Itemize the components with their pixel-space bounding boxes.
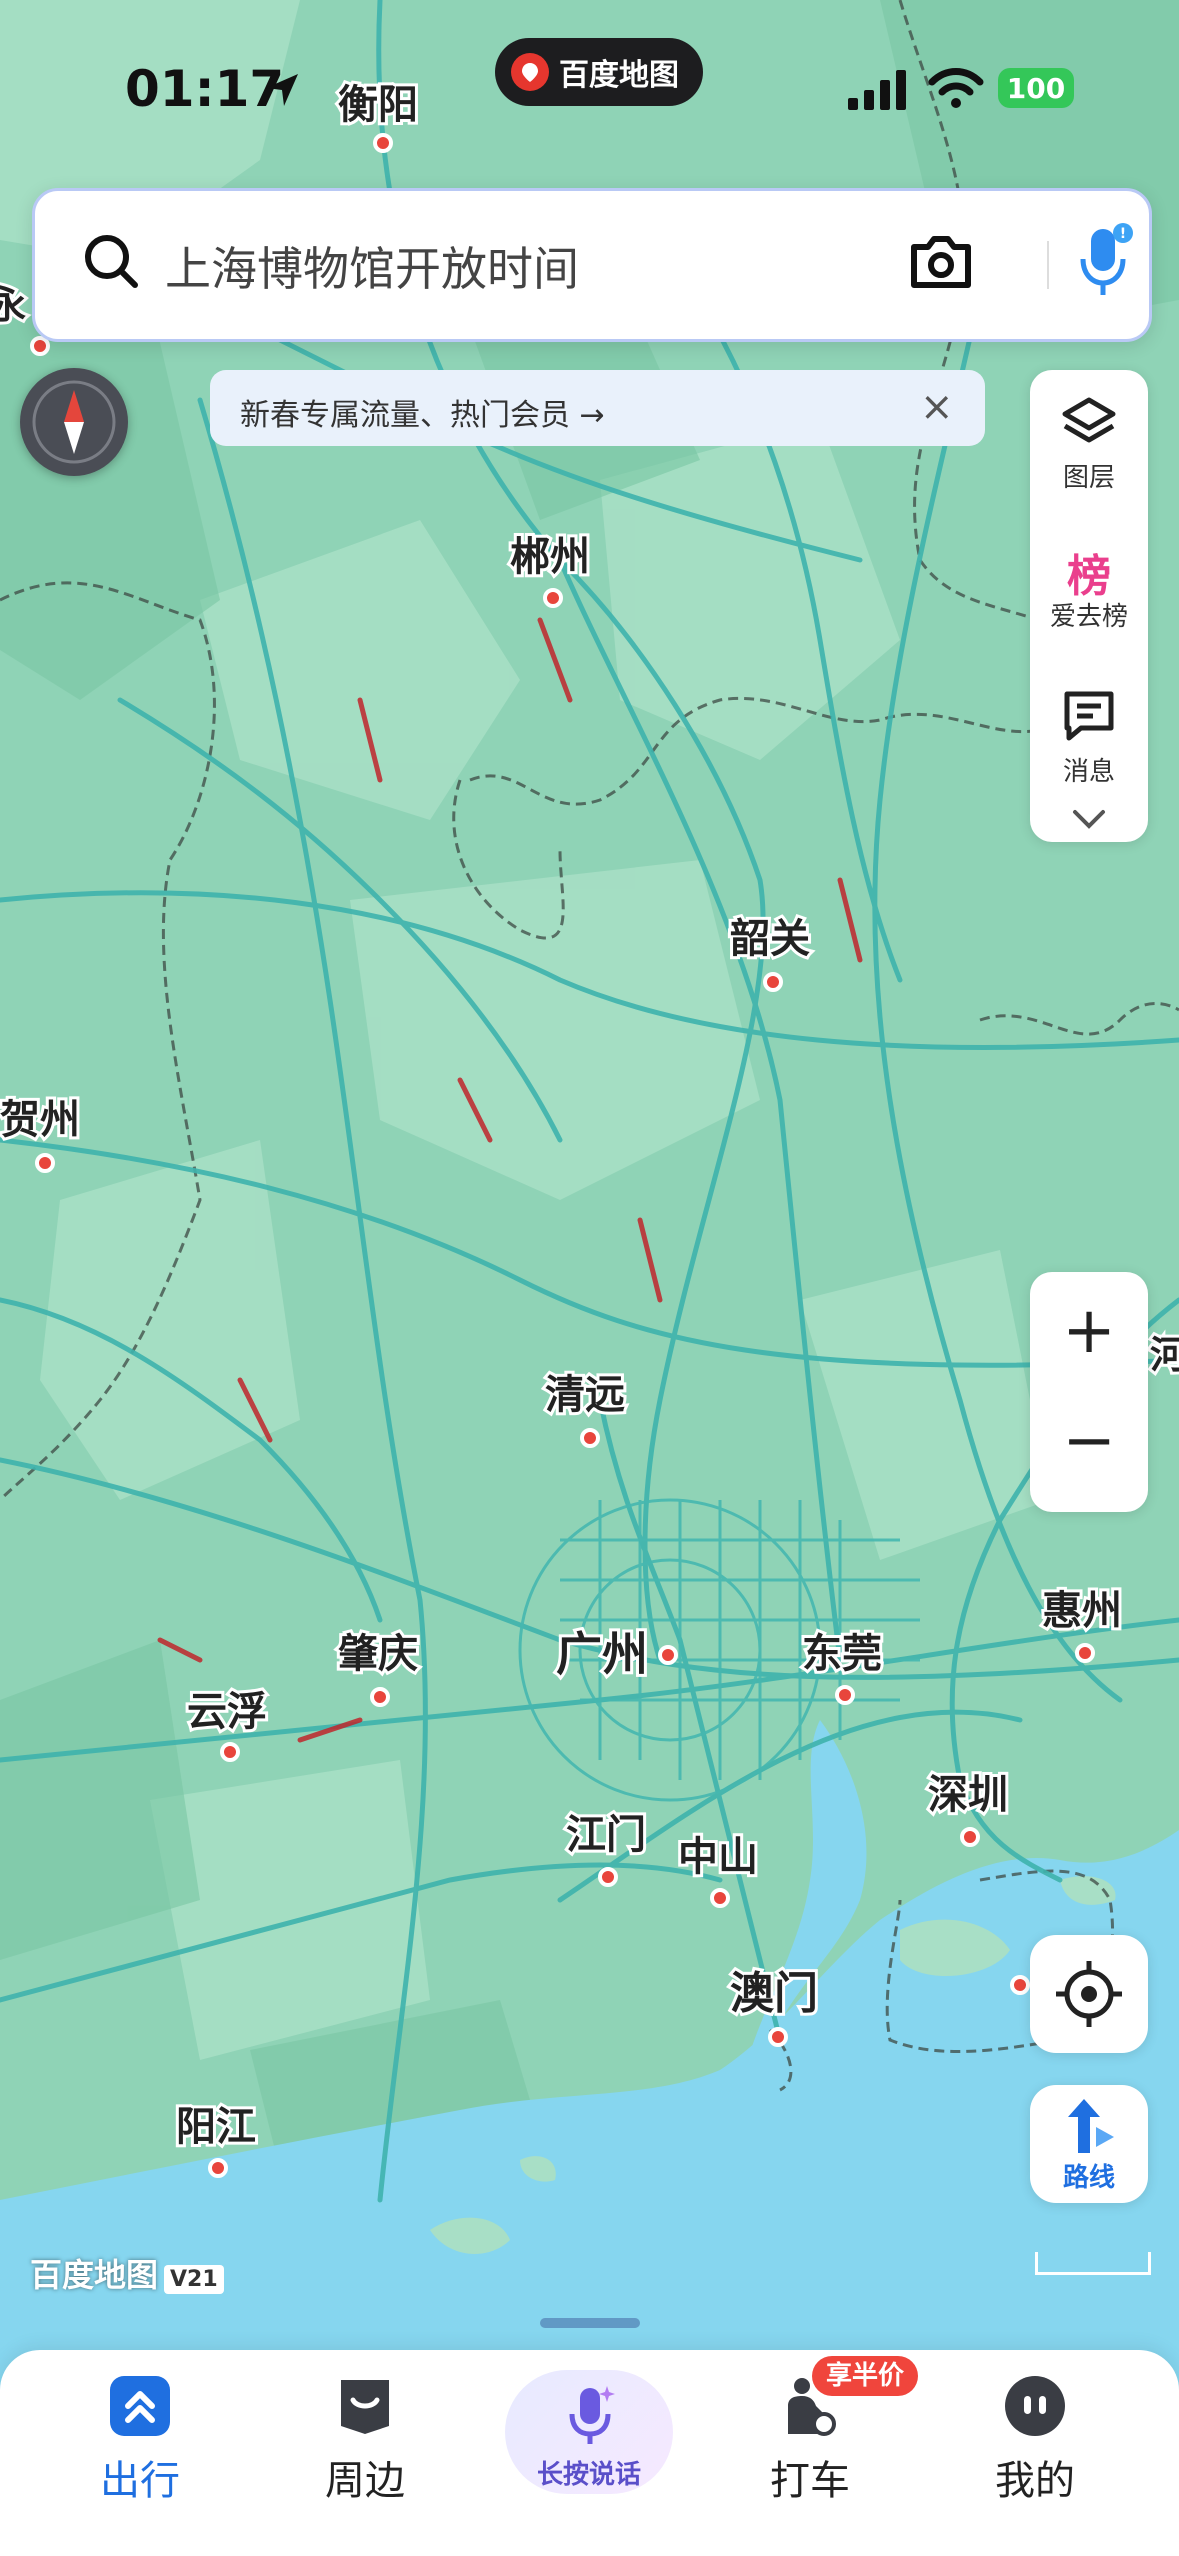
watermark-version: V21 [164,2265,224,2294]
city-label-yangjiang[interactable]: 阳江 [173,2101,259,2153]
search-divider [1047,241,1049,289]
route-button[interactable]: 路线 [1030,2085,1148,2203]
status-time: 01:17 [125,60,285,118]
camera-icon[interactable] [908,231,974,291]
city-label-qingyuan[interactable]: 清远 [542,1369,628,1421]
ranking-icon: 榜 [1067,551,1111,602]
zoom-out-button[interactable]: − [1030,1404,1148,1478]
city-label-partial-left: 永 [0,283,26,327]
voice-search-icon[interactable]: ! [1075,223,1135,303]
scale-bar [1035,2252,1151,2275]
city-label-zhongshan[interactable]: 中山 [675,1831,761,1883]
city-label-shenzhen[interactable]: 深圳 [925,1769,1011,1821]
microphone-icon [569,2386,615,2444]
map-watermark: 百度地图 V21 [30,2250,224,2296]
city-label-dongguan[interactable]: 东莞 [799,1628,885,1680]
watermark-brand: 百度地图 [30,2256,159,2294]
layers-icon [1062,397,1116,443]
location-arrow-icon [266,74,298,106]
baidu-map-logo-icon [511,53,549,91]
map-tools-panel: 图层 榜 爱去榜 消息 [1030,370,1148,842]
cellular-signal-icon [848,70,906,110]
travel-icon [110,2376,170,2436]
promo-banner[interactable]: 新春专属流量、热门会员 → × [210,370,985,446]
city-label-zhaoqing[interactable]: 肇庆 [335,1628,421,1680]
nav-label-profile: 我的 [995,2458,1075,2504]
city-label-huizhou[interactable]: 惠州 [1039,1585,1125,1637]
taxi-discount-badge: 享半价 [812,2356,919,2396]
app-pill-label: 百度地图 [559,58,679,93]
ranking-label: 爱去榜 [1049,602,1128,632]
messages-label: 消息 [1062,757,1115,787]
city-label-shaoguan[interactable]: 韶关 [727,913,813,965]
wifi-icon [928,68,984,108]
message-icon [1064,691,1114,741]
compass-button[interactable] [20,368,128,476]
status-bar: 01:17 百度地图 100 [0,38,1179,160]
voice-hold-button[interactable]: 长按说话 [505,2370,673,2494]
app-indicator-pill[interactable]: 百度地图 [495,38,703,106]
nav-label-travel: 出行 [100,2458,180,2504]
bottom-nav: 出行 周边 长按说话 打车 我的 [0,2350,1179,2556]
search-input[interactable]: 上海博物馆开放时间 [165,233,579,299]
promo-close-icon[interactable]: × [920,384,954,430]
compass-icon [32,380,116,464]
battery-indicator: 100 [998,68,1074,108]
city-label-hezhou[interactable]: 贺州 [0,1094,83,1146]
city-label-yunfu[interactable]: 云浮 [184,1686,270,1738]
city-label-partial-right: 河 [1150,1333,1179,1377]
ranking-button[interactable]: 榜 爱去榜 [1030,540,1148,633]
layers-button[interactable]: 图层 [1030,394,1148,494]
city-label-jiangmen[interactable]: 江门 [563,1809,649,1861]
city-label-chenzhou[interactable]: 郴州 [507,531,593,583]
nearby-icon [341,2380,389,2434]
nav-label-taxi: 打车 [770,2458,850,2504]
voice-hold-label: 长按说话 [536,2460,641,2490]
crosshair-icon [1056,1961,1122,2027]
route-arrow-icon [1068,2099,1114,2153]
layers-label: 图层 [1062,463,1115,493]
nav-label-nearby: 周边 [325,2458,405,2504]
zoom-control: + − [1030,1272,1148,1512]
search-icon [85,235,138,288]
messages-button[interactable]: 消息 [1030,688,1148,788]
promo-banner-text[interactable]: 新春专属流量、热门会员 → [240,390,605,434]
svg-text:!: ! [1120,226,1126,242]
chevron-down-icon[interactable] [1071,808,1107,830]
sheet-drag-handle[interactable] [540,2318,640,2328]
route-label: 路线 [1062,2163,1115,2193]
locate-me-button[interactable] [1030,1935,1148,2053]
zoom-in-button[interactable]: + [1030,1294,1148,1368]
search-bar[interactable]: 上海博物馆开放时间 ! [32,188,1152,342]
city-label-guangzhou[interactable]: 广州 [553,1624,651,1684]
profile-icon [1005,2376,1065,2436]
city-label-macau[interactable]: 澳门 [727,1965,821,2022]
